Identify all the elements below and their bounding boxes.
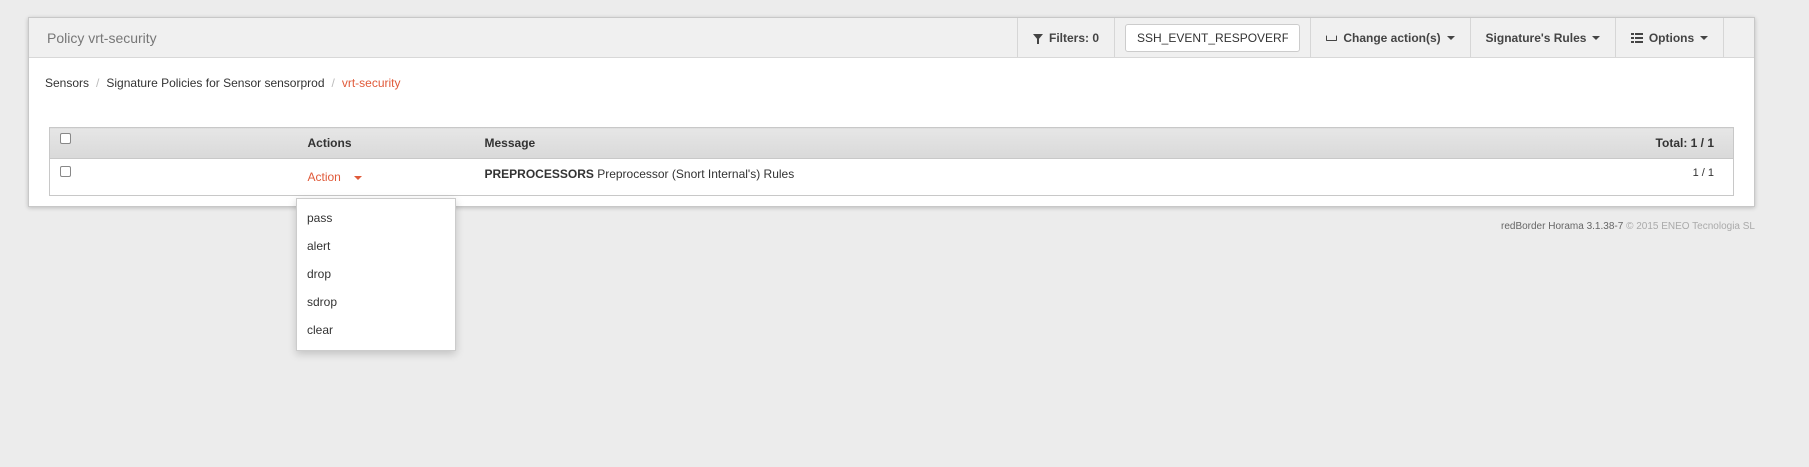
chevron-down-icon xyxy=(1700,35,1709,40)
table-row: Action PREPROCESSORS Preprocessor (Snort… xyxy=(50,159,1734,196)
page-title: Policy vrt-security xyxy=(47,30,157,46)
chevron-down-icon xyxy=(1592,35,1601,40)
rule-message: PREPROCESSORS Preprocessor (Snort Intern… xyxy=(485,167,795,181)
toolbar: Policy vrt-security Filters: 0 Change ac… xyxy=(29,18,1754,58)
breadcrumb: Sensors / Signature Policies for Sensor se… xyxy=(29,58,1754,90)
row-action-cell: Action xyxy=(308,159,485,196)
chevron-down-icon xyxy=(354,175,363,180)
message-header: Message xyxy=(484,127,1534,159)
chevron-down-icon xyxy=(1446,35,1455,40)
action-option-sdrop[interactable]: sdrop xyxy=(297,289,455,317)
signature-rules-button[interactable]: Signature's Rules xyxy=(1470,18,1615,57)
total-header: Total: 1 / 1 xyxy=(1533,127,1734,159)
footer-product: redBorder Horama 3.1.38-7 xyxy=(1500,221,1624,232)
action-menu: pass alert drop sdrop clear xyxy=(296,198,456,351)
breadcrumb-current: vrt-security xyxy=(341,76,401,90)
header-checkbox-cell xyxy=(49,127,308,159)
breadcrumb-sensors[interactable]: Sensors xyxy=(45,76,89,90)
footer: redBorder Horama 3.1.38-7 © 2015 ENEO Te… xyxy=(1501,221,1755,232)
filters-label: Filters: 0 xyxy=(1048,30,1099,45)
filter-icon xyxy=(1032,33,1043,44)
row-count-cell: 1 / 1 xyxy=(1534,159,1734,196)
row-checkbox[interactable] xyxy=(60,166,71,177)
signature-rules-label: Signature's Rules xyxy=(1485,30,1587,45)
action-option-pass[interactable]: pass xyxy=(297,205,455,233)
footer-copyright: © 2015 ENEO Tecnologia SL xyxy=(1626,221,1755,232)
select-all-checkbox[interactable] xyxy=(60,133,71,145)
filters-button[interactable]: Filters: 0 xyxy=(1017,18,1114,57)
action-dropdown-toggle[interactable]: Action xyxy=(308,170,363,184)
rule-category: PREPROCESSORS xyxy=(484,167,594,181)
hdd-icon xyxy=(1326,34,1338,41)
search-container xyxy=(1114,18,1310,57)
change-actions-label: Change action(s) xyxy=(1343,30,1441,45)
actions-header: Actions xyxy=(307,127,485,159)
action-option-drop[interactable]: drop xyxy=(297,261,455,289)
action-option-clear[interactable]: clear xyxy=(297,317,455,345)
breadcrumb-separator: / xyxy=(96,76,100,90)
rules-table: Actions Message Total: 1 / 1 Action PREP… xyxy=(49,127,1734,196)
options-label: Options xyxy=(1648,30,1695,45)
list-icon xyxy=(1630,32,1643,43)
change-actions-button[interactable]: Change action(s) xyxy=(1310,18,1470,57)
policy-panel: Policy vrt-security Filters: 0 Change ac… xyxy=(28,17,1755,207)
search-input[interactable] xyxy=(1125,23,1300,52)
breadcrumb-separator: / xyxy=(331,76,335,90)
breadcrumb-signature-policies[interactable]: Signature Policies for Sensor sensorprod xyxy=(106,76,324,90)
rule-description: Preprocessor (Snort Internal's) Rules xyxy=(593,167,795,181)
row-message-cell: PREPROCESSORS Preprocessor (Snort Intern… xyxy=(485,159,1534,196)
options-button[interactable]: Options xyxy=(1615,18,1723,57)
row-checkbox-cell xyxy=(50,159,308,196)
toolbar-end xyxy=(1723,18,1754,57)
table-header-row: Actions Message Total: 1 / 1 xyxy=(49,127,1734,159)
action-option-alert[interactable]: alert xyxy=(297,233,455,261)
row-count: 1 / 1 xyxy=(1692,167,1714,179)
action-label: Action xyxy=(307,170,341,184)
